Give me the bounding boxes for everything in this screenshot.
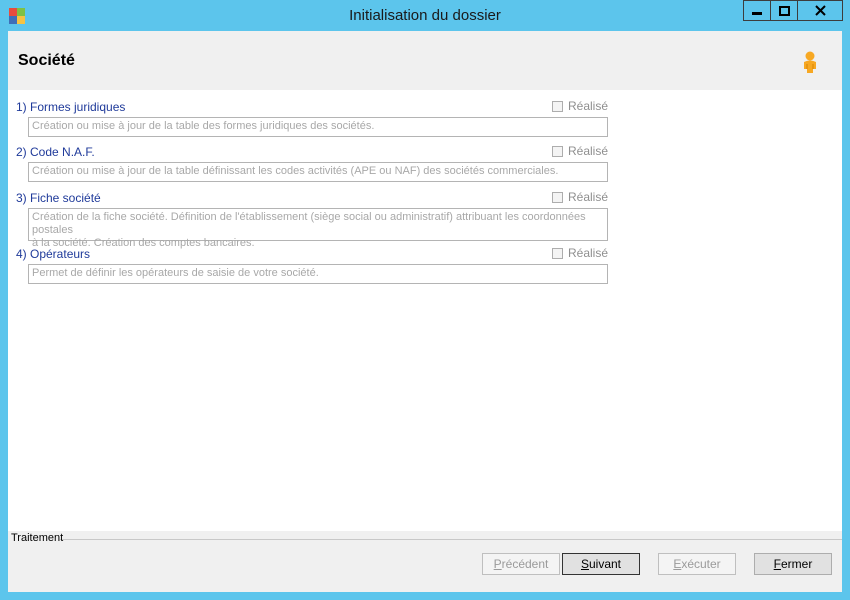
- user-icon: [804, 51, 816, 73]
- group-label: Traitement: [11, 532, 64, 544]
- title-bar[interactable]: Initialisation du dossier: [0, 0, 850, 31]
- checkbox-label: Réalisé: [568, 190, 609, 204]
- close-icon: [814, 5, 826, 16]
- maximize-icon: [778, 5, 790, 16]
- next-button[interactable]: Suivant: [562, 553, 640, 575]
- section-label[interactable]: 2) Code N.A.F.: [16, 145, 95, 159]
- realise-checkbox[interactable]: Réalisé: [552, 99, 608, 113]
- checkbox-box[interactable]: [552, 145, 563, 157]
- client-area: Société 1) Formes juridiques Réalisé Cré…: [8, 31, 842, 592]
- section-label[interactable]: 1) Formes juridiques: [16, 100, 125, 114]
- minimize-icon: [752, 11, 762, 15]
- checkbox-box[interactable]: [552, 247, 563, 259]
- close-button[interactable]: [797, 0, 843, 21]
- section-description: Permet de définir les opérateurs de sais…: [28, 264, 608, 284]
- description-line: à la société. Création des comptes banca…: [32, 237, 255, 249]
- realise-checkbox[interactable]: Réalisé: [552, 144, 608, 158]
- realise-checkbox[interactable]: Réalisé: [552, 246, 608, 260]
- section-description: Création ou mise à jour de la table des …: [28, 117, 608, 137]
- window-title: Initialisation du dossier: [349, 7, 501, 24]
- description-line: Création de la fiche société. Définition…: [32, 211, 586, 236]
- section-description: Création ou mise à jour de la table défi…: [28, 162, 608, 182]
- group-divider: [60, 539, 842, 540]
- checkbox-box[interactable]: [552, 191, 563, 203]
- close-dialog-button[interactable]: Fermer: [754, 553, 832, 575]
- page-title: Société: [18, 52, 75, 69]
- maximize-button[interactable]: [770, 0, 798, 21]
- section-description: Création de la fiche société. Définition…: [28, 208, 608, 249]
- execute-button[interactable]: Exécuter: [658, 553, 736, 575]
- section-label[interactable]: 3) Fiche société: [16, 191, 101, 205]
- minimize-button[interactable]: [743, 0, 771, 21]
- section-label[interactable]: 4) Opérateurs: [16, 247, 90, 261]
- footer-panel: Traitement Précédent Suivant Exécuter Fe…: [8, 531, 842, 592]
- checkbox-label: Réalisé: [568, 99, 609, 113]
- page-header: Société: [8, 31, 842, 90]
- realise-checkbox[interactable]: Réalisé: [552, 190, 608, 204]
- checkbox-box[interactable]: [552, 100, 563, 112]
- previous-button[interactable]: Précédent: [482, 553, 560, 575]
- checkbox-label: Réalisé: [568, 144, 609, 158]
- checkbox-label: Réalisé: [568, 246, 609, 260]
- application-window: Initialisation du dossier Société 1) For…: [0, 0, 850, 600]
